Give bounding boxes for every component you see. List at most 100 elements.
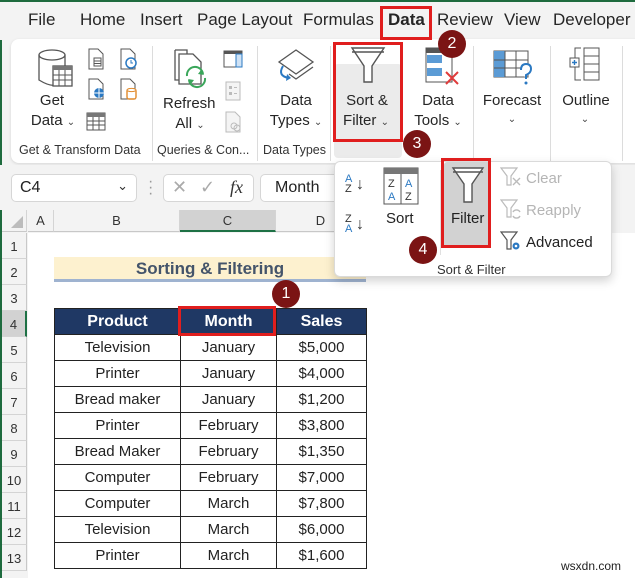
formula-bar-grip-icon[interactable]: · · · (148, 174, 153, 202)
column-header-a[interactable]: A (28, 210, 54, 232)
data-types-label-1: Data (280, 92, 312, 109)
edit-links-icon[interactable] (223, 111, 243, 133)
sort-az-icon: AZ (345, 174, 352, 195)
chevron-down-icon: ⌄ (313, 117, 323, 128)
row-header-13[interactable]: 13 (2, 545, 27, 571)
cell-product[interactable]: Television (54, 334, 181, 361)
sort-label: Sort (386, 210, 414, 227)
highlight-data-tab (380, 6, 432, 40)
header-sales[interactable]: Sales (276, 308, 367, 335)
chevron-down-icon[interactable]: ⌄ (117, 178, 128, 194)
name-box[interactable]: C4 ⌄ (11, 174, 137, 202)
insert-function-icon[interactable]: fx (230, 177, 243, 198)
table-row: Printer January $4,000 (54, 360, 367, 387)
sort-dialog-icon: Z A A Z (383, 167, 419, 205)
row-header-5[interactable]: 5 (2, 337, 27, 363)
tab-formulas[interactable]: Formulas (303, 10, 374, 30)
row-header-4[interactable]: 4 (2, 311, 27, 337)
cell-sales[interactable]: $1,600 (276, 542, 367, 569)
header-product[interactable]: Product (54, 308, 181, 335)
enter-check-icon[interactable]: ✓ (200, 177, 215, 198)
refresh-all-label-2: All (175, 115, 193, 132)
cell-month[interactable]: March (180, 490, 277, 517)
select-all-button[interactable] (2, 210, 27, 232)
cell-sales[interactable]: $7,800 (276, 490, 367, 517)
cell-product[interactable]: Printer (54, 360, 181, 387)
cell-product[interactable]: Printer (54, 412, 181, 439)
row-header-10[interactable]: 10 (2, 467, 27, 493)
cell-sales[interactable]: $3,800 (276, 412, 367, 439)
row-header-6[interactable]: 6 (2, 363, 27, 389)
cell-month[interactable]: January (180, 360, 277, 387)
sales-table: Product Month Sales Television January $5,… (54, 308, 367, 569)
cancel-icon[interactable]: ✕ (172, 177, 187, 198)
sheet-title: Sorting & Filtering (54, 257, 366, 282)
cell-month[interactable]: January (180, 334, 277, 361)
column-header-c[interactable]: C (180, 210, 276, 232)
from-web-icon[interactable] (86, 78, 106, 100)
existing-connections-icon[interactable] (118, 78, 138, 100)
data-types-icon (277, 49, 315, 81)
tab-file[interactable]: File (28, 10, 55, 30)
cell-sales[interactable]: $1,350 (276, 438, 367, 465)
table-row: Printer February $3,800 (54, 412, 367, 439)
cell-month[interactable]: March (180, 516, 277, 543)
row-header-2[interactable]: 2 (2, 259, 27, 285)
cell-sales[interactable]: $5,000 (276, 334, 367, 361)
highlight-filter (441, 158, 491, 248)
group-label-get-transform: Get & Transform Data (19, 143, 141, 157)
tab-developer[interactable]: Developer (553, 10, 631, 30)
arrow-down-icon: ↓ (356, 176, 364, 193)
get-data-label-2: Data (30, 112, 63, 129)
tab-review[interactable]: Review (437, 10, 493, 30)
row-header-11[interactable]: 11 (2, 493, 27, 519)
table-row: Bread Maker February $1,350 (54, 438, 367, 465)
from-table-range-icon[interactable] (86, 110, 106, 132)
cell-product[interactable]: Bread Maker (54, 438, 181, 465)
row-header-8[interactable]: 8 (2, 415, 27, 441)
data-tools-label-2: Tools (414, 112, 450, 129)
cell-product[interactable]: Printer (54, 542, 181, 569)
cell-product[interactable]: Computer (54, 464, 181, 491)
queries-connections-icon[interactable] (223, 48, 243, 70)
database-icon (38, 49, 73, 87)
cell-month[interactable]: February (180, 438, 277, 465)
tab-view[interactable]: View (504, 10, 541, 30)
table-row: Television January $5,000 (54, 334, 367, 361)
cell-sales[interactable]: $7,000 (276, 464, 367, 491)
row-header-3[interactable]: 3 (2, 285, 27, 311)
cell-month[interactable]: January (180, 386, 277, 413)
svg-text:Z: Z (388, 178, 395, 190)
group-separator (550, 46, 551, 161)
sort-z-to-a-button[interactable]: ZA ↓ (345, 214, 371, 240)
row-header-12[interactable]: 12 (2, 519, 27, 545)
from-text-csv-icon[interactable] (86, 48, 106, 70)
sort-a-to-z-button[interactable]: AZ ↓ (345, 174, 371, 200)
advanced-filter-icon (500, 231, 520, 250)
cell-month[interactable]: February (180, 412, 277, 439)
row-header-7[interactable]: 7 (2, 389, 27, 415)
table-row: Bread maker January $1,200 (54, 386, 367, 413)
cell-month[interactable]: March (180, 542, 277, 569)
tab-insert[interactable]: Insert (140, 10, 183, 30)
cell-sales[interactable]: $4,000 (276, 360, 367, 387)
cell-product[interactable]: Television (54, 516, 181, 543)
cell-month[interactable]: February (180, 464, 277, 491)
cell-product[interactable]: Bread maker (54, 386, 181, 413)
step-badge-3: 3 (403, 130, 431, 158)
column-header-b[interactable]: B (54, 210, 180, 232)
tab-page-layout[interactable]: Page Layout (197, 10, 292, 30)
recent-sources-icon[interactable] (118, 48, 138, 70)
cell-product[interactable]: Computer (54, 490, 181, 517)
cell-sales[interactable]: $1,200 (276, 386, 367, 413)
row-header-1[interactable]: 1 (2, 233, 27, 259)
tab-home[interactable]: Home (80, 10, 125, 30)
row-header-9[interactable]: 9 (2, 441, 27, 467)
properties-icon[interactable] (223, 80, 243, 102)
data-types-label-2: Types (269, 112, 310, 129)
chevron-down-icon: ⌄ (580, 114, 590, 125)
cell-sales[interactable]: $6,000 (276, 516, 367, 543)
sort-za-bottom: A (345, 223, 353, 235)
chevron-down-icon: ⌄ (507, 114, 517, 125)
refresh-icon (174, 49, 207, 89)
